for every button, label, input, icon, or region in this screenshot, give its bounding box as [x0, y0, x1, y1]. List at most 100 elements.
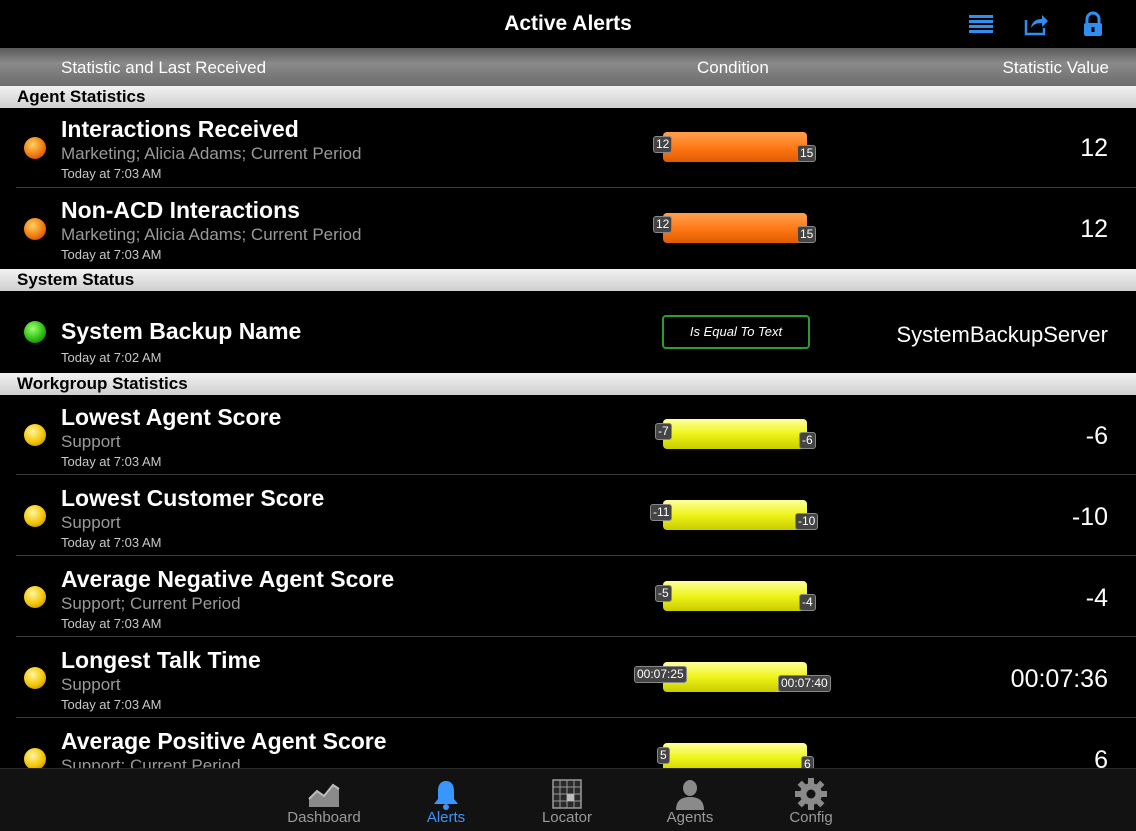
- statistic-value: SystemBackupServer: [896, 322, 1108, 347]
- threshold-max: -6: [799, 432, 816, 449]
- tab-locator[interactable]: Locator: [512, 769, 622, 831]
- tab-alerts[interactable]: Alerts: [391, 769, 501, 831]
- row-divider: [16, 555, 1136, 556]
- alert-row[interactable]: Average Positive Agent Score Support; Cu…: [0, 719, 1136, 768]
- threshold-max: 6: [801, 756, 814, 768]
- person-icon: [673, 777, 707, 811]
- statistic-value: -4: [1085, 584, 1108, 612]
- threshold-max: -4: [799, 594, 816, 611]
- threshold-min: 00:07:25: [634, 666, 687, 683]
- alert-name: Average Negative Agent Score: [61, 566, 395, 592]
- status-indicator-icon: [24, 505, 46, 527]
- condition-bar: [663, 500, 807, 530]
- status-indicator-icon: [24, 321, 46, 343]
- row-divider: [16, 717, 1136, 718]
- row-divider: [16, 187, 1136, 188]
- tab-label: Locator: [541, 809, 593, 826]
- statistic-value: 6: [1094, 746, 1108, 768]
- section-title: Agent Statistics: [17, 87, 146, 106]
- tab-label: Agents: [666, 809, 714, 826]
- column-value: Statistic Value: [1002, 58, 1109, 77]
- alert-subtitle: Support; Current Period: [61, 756, 241, 768]
- section-title: Workgroup Statistics: [17, 374, 188, 393]
- condition-bar: [663, 419, 807, 449]
- alert-row[interactable]: Lowest Agent Score Support Today at 7:03…: [0, 395, 1136, 475]
- alert-subtitle: Marketing; Alicia Adams; Current Period: [61, 225, 362, 244]
- alert-timestamp: Today at 7:03 AM: [61, 616, 162, 631]
- threshold-min: -5: [655, 585, 672, 602]
- alert-name: Lowest Customer Score: [61, 485, 325, 511]
- threshold-max: 15: [797, 145, 817, 162]
- section-agent-statistics: Agent Statistics: [0, 86, 1136, 108]
- condition-bar: [663, 213, 807, 243]
- alert-row[interactable]: Interactions Received Marketing; Alicia …: [0, 108, 1136, 188]
- threshold-min: 5: [657, 747, 670, 764]
- tab-dashboard[interactable]: Dashboard: [269, 769, 379, 831]
- alert-name: Lowest Agent Score: [61, 404, 282, 430]
- tab-label: Config: [789, 809, 833, 826]
- threshold-min: 12: [653, 216, 673, 233]
- statistic-value: -6: [1085, 422, 1108, 450]
- tab-config[interactable]: Config: [756, 769, 866, 831]
- chart-icon: [307, 777, 341, 811]
- alert-row[interactable]: Non-ACD Interactions Marketing; Alicia A…: [0, 189, 1136, 269]
- statistic-value: 12: [1080, 215, 1108, 243]
- alert-timestamp: Today at 7:03 AM: [61, 166, 162, 181]
- alert-subtitle: Support: [61, 675, 121, 694]
- section-workgroup-statistics: Workgroup Statistics: [0, 373, 1136, 395]
- alert-row[interactable]: Longest Talk Time Support Today at 7:03 …: [0, 638, 1136, 718]
- alert-timestamp: Today at 7:02 AM: [61, 350, 162, 365]
- alert-timestamp: Today at 7:03 AM: [61, 535, 162, 550]
- threshold-max: 00:07:40: [778, 675, 831, 692]
- alert-row[interactable]: System Backup Name Today at 7:02 AM Is E…: [0, 291, 1136, 373]
- status-indicator-icon: [24, 748, 46, 768]
- statistic-value: 00:07:36: [1010, 665, 1108, 693]
- section-system-status: System Status: [0, 269, 1136, 291]
- list-icon[interactable]: [967, 10, 995, 38]
- share-icon[interactable]: [1022, 10, 1050, 38]
- column-condition: Condition: [697, 58, 769, 77]
- status-indicator-icon: [24, 424, 46, 446]
- alert-timestamp: Today at 7:03 AM: [61, 697, 162, 712]
- alert-row[interactable]: Average Negative Agent Score Support; Cu…: [0, 557, 1136, 637]
- section-title: System Status: [17, 270, 135, 289]
- alert-name: Longest Talk Time: [61, 647, 261, 673]
- alert-subtitle: Marketing; Alicia Adams; Current Period: [61, 144, 362, 163]
- column-header: Statistic and Last Received Condition St…: [0, 48, 1136, 86]
- threshold-min: -7: [655, 423, 672, 440]
- condition-text-badge: Is Equal To Text: [662, 315, 810, 349]
- alert-timestamp: Today at 7:03 AM: [61, 454, 162, 469]
- alert-subtitle: Support; Current Period: [61, 594, 241, 613]
- alert-subtitle: Support: [61, 432, 121, 451]
- tab-label: Dashboard: [287, 809, 361, 826]
- alert-timestamp: Today at 7:03 AM: [61, 247, 162, 262]
- row-divider: [16, 474, 1136, 475]
- tab-bar: Dashboard Alerts Locator Agents Config: [0, 768, 1136, 831]
- alert-name: System Backup Name: [61, 318, 302, 344]
- grid-icon: [550, 777, 584, 811]
- condition-bar: [663, 743, 807, 768]
- tab-agents[interactable]: Agents: [635, 769, 745, 831]
- tab-label: Alerts: [426, 809, 466, 826]
- threshold-max: 15: [797, 226, 817, 243]
- threshold-min: -11: [650, 504, 673, 521]
- bell-icon: [429, 777, 463, 811]
- threshold-max: -10: [795, 513, 819, 530]
- status-indicator-icon: [24, 667, 46, 689]
- condition-bar: [663, 132, 807, 162]
- status-indicator-icon: [24, 218, 46, 240]
- lock-icon[interactable]: [1079, 10, 1107, 38]
- column-statistic: Statistic and Last Received: [61, 58, 267, 77]
- page-title: Active Alerts: [504, 12, 632, 35]
- row-divider: [16, 636, 1136, 637]
- alert-row[interactable]: Lowest Customer Score Support Today at 7…: [0, 476, 1136, 556]
- alert-name: Interactions Received: [61, 116, 299, 142]
- alert-name: Non-ACD Interactions: [61, 197, 300, 223]
- threshold-min: 12: [653, 136, 673, 153]
- nav-bar: Active Alerts: [0, 0, 1136, 48]
- statistic-value: 12: [1080, 134, 1108, 162]
- alert-name: Average Positive Agent Score: [61, 728, 387, 754]
- alert-subtitle: Support: [61, 513, 121, 532]
- gear-icon: [794, 777, 828, 811]
- condition-bar: [663, 581, 807, 611]
